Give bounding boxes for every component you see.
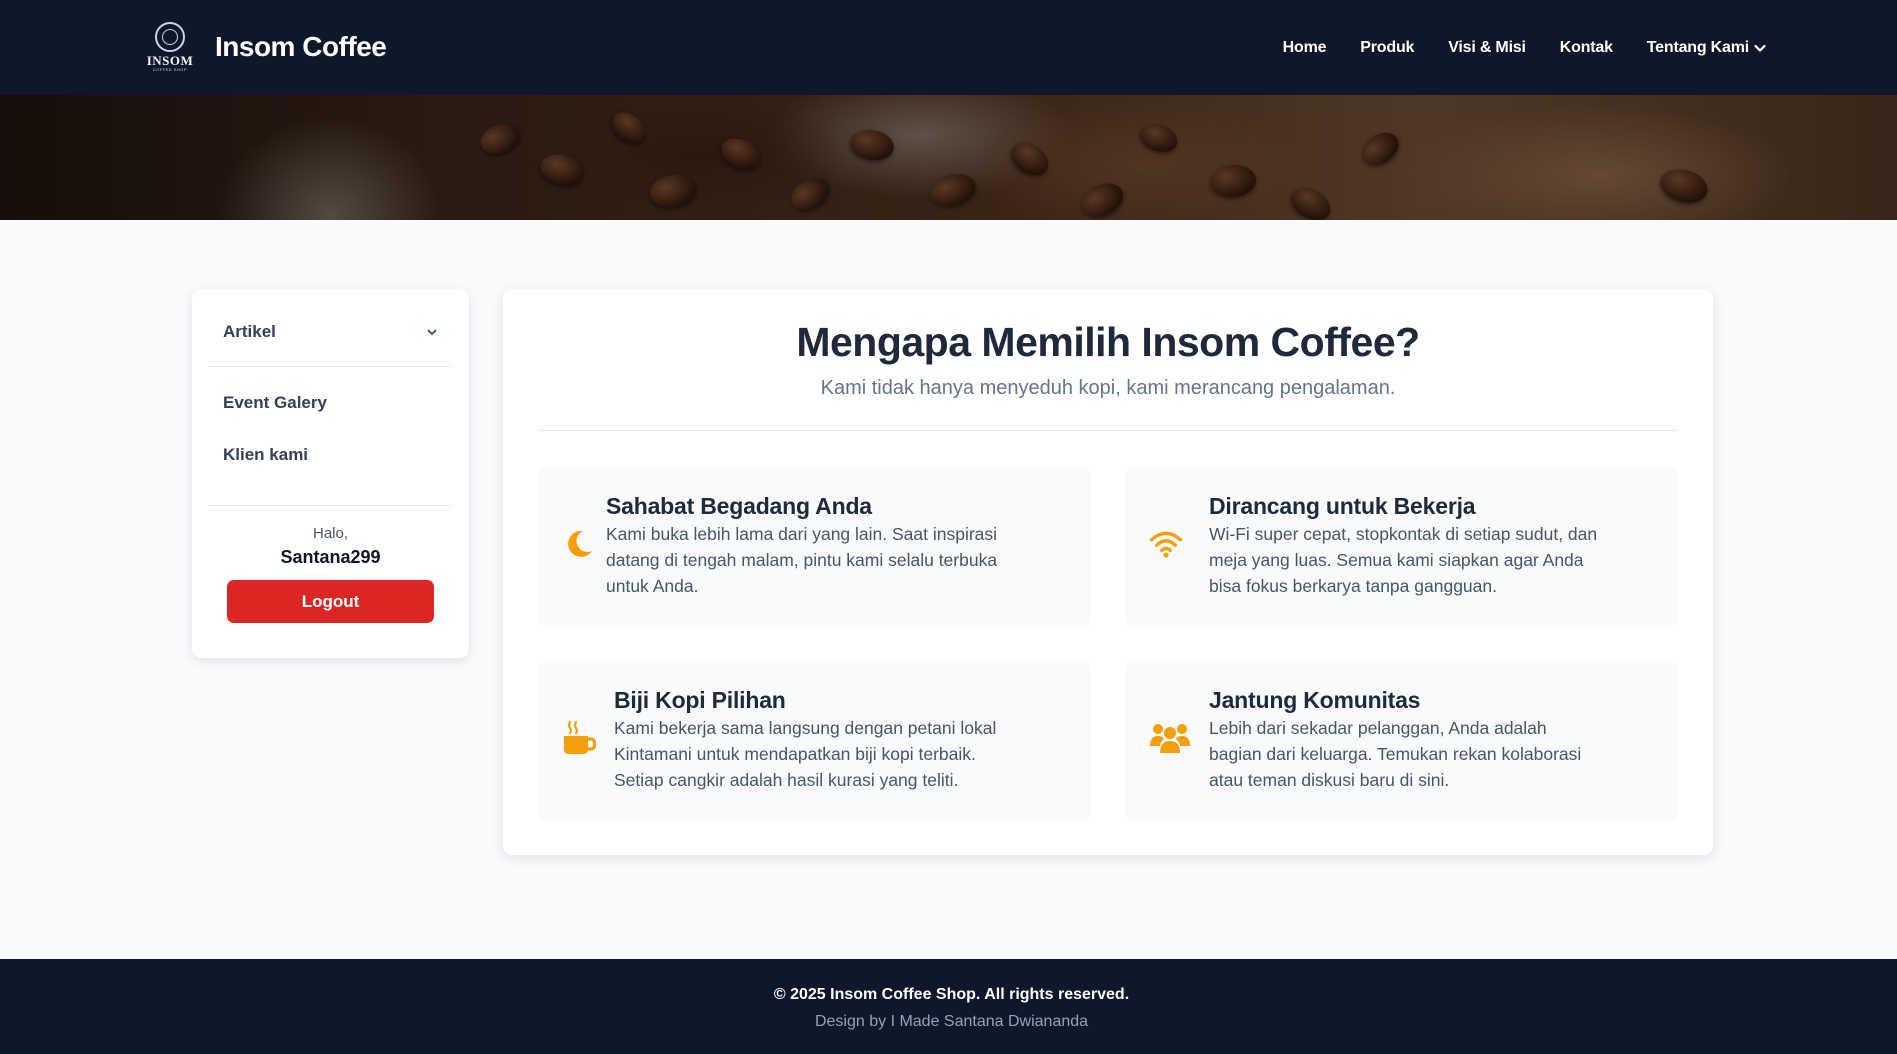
sidebar-divider [209, 366, 452, 367]
design-credit: Design by I Made Santana Dwiananda [814, 1013, 1089, 1030]
logo-emblem-icon [155, 22, 185, 52]
artikel-dropdown[interactable]: Artikel [223, 317, 438, 347]
users-icon [1149, 721, 1191, 755]
feature-description: Wi-Fi super cepat, stopkontak di setiap … [1209, 524, 1598, 596]
feature-card-biji-kopi: Biji Kopi Pilihan Kami bekerja sama lang… [538, 661, 1091, 821]
logo-word: INSOM [146, 53, 194, 68]
logo-subtitle: COFFEE SHOP [152, 67, 188, 72]
logout-button[interactable]: Logout [227, 580, 434, 623]
greeting-text: Halo, [312, 525, 349, 542]
logo: INSOM COFFEE SHOP [145, 18, 195, 76]
section-subtitle: Kami tidak hanya menyeduh kopi, kami mer… [820, 377, 1396, 399]
nav-home[interactable]: Home [1283, 39, 1327, 57]
feature-title: Biji Kopi Pilihan [614, 687, 786, 713]
feature-description: Kami buka lebih lama dari yang lain. Saa… [606, 524, 998, 596]
chevron-down-icon [1754, 44, 1766, 52]
feature-description: Kami bekerja sama langsung dengan petani… [614, 718, 997, 790]
wifi-icon [1149, 527, 1183, 561]
copyright-text: © 2025 Insom Coffee Shop. All rights res… [773, 986, 1130, 1003]
feature-card-jantung-komunitas: Jantung Komunitas Lebih dari sekadar pel… [1125, 661, 1678, 821]
feature-description: Lebih dari sekadar pelanggan, Anda adala… [1209, 718, 1582, 790]
feature-title: Jantung Komunitas [1209, 687, 1421, 713]
nav-visi-misi[interactable]: Visi & Misi [1448, 39, 1526, 57]
feature-title: Sahabat Begadang Anda [606, 493, 872, 519]
feature-card-sahabat-begadang: Sahabat Begadang Anda Kami buka lebih la… [538, 467, 1091, 627]
footer: © 2025 Insom Coffee Shop. All rights res… [0, 959, 1897, 1054]
chevron-down-icon [427, 329, 437, 335]
username: Santana299 [280, 547, 381, 567]
feature-title: Dirancang untuk Bekerja [1209, 493, 1476, 519]
section-divider [538, 430, 1678, 431]
nav-kontak[interactable]: Kontak [1560, 39, 1613, 57]
brand-link[interactable]: INSOM COFFEE SHOP Insom Coffee [145, 18, 387, 76]
hero-banner-image [0, 95, 1897, 220]
section-title: Mengapa Memilih Insom Coffee? [796, 319, 1420, 365]
sidebar-item-klien-kami[interactable]: Klien kami [223, 445, 308, 465]
feature-card-dirancang-bekerja: Dirancang untuk Bekerja Wi-Fi super cepa… [1125, 467, 1678, 627]
moon-icon [562, 527, 596, 561]
brand-title: Insom Coffee [215, 31, 387, 62]
sidebar-item-event-galery[interactable]: Event Galery [223, 393, 327, 413]
nav-tentang-kami-label: Tentang Kami [1646, 38, 1749, 56]
nav-produk[interactable]: Produk [1360, 39, 1414, 57]
why-choose-card: Mengapa Memilih Insom Coffee? Kami tidak… [503, 289, 1713, 855]
sidebar: Artikel Event Galery Klien kami Halo, Sa… [192, 289, 469, 658]
nav-tentang-kami-dropdown[interactable]: Tentang Kami [1647, 39, 1767, 57]
artikel-dropdown-label: Artikel [223, 322, 276, 341]
sidebar-divider [209, 505, 452, 506]
coffee-cup-icon [562, 720, 596, 755]
main-nav: Home Produk Visi & Misi Kontak Tentang K… [1283, 0, 1767, 95]
navbar: INSOM COFFEE SHOP Insom Coffee Home Prod… [0, 0, 1897, 95]
